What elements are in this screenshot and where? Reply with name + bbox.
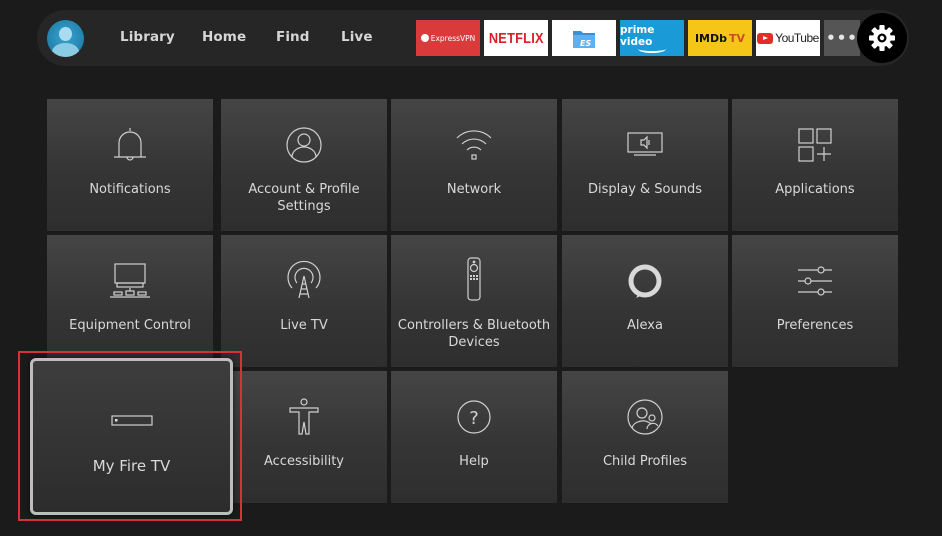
tile-label: Network xyxy=(446,182,502,197)
tv-equipment-icon xyxy=(110,263,150,298)
tile-notifications[interactable]: Notifications xyxy=(47,99,213,231)
child-profiles-icon xyxy=(627,399,663,435)
tile-accessibility[interactable]: Accessibility xyxy=(221,371,387,503)
app-imdb-tv[interactable]: IMDb TV xyxy=(688,20,752,56)
nav-live[interactable]: Live xyxy=(341,29,373,45)
tile-live-tv[interactable]: Live TV xyxy=(221,235,387,367)
antenna-icon xyxy=(287,260,321,299)
tile-label: Alexa xyxy=(627,318,663,333)
app-label: NETFLIX xyxy=(488,29,544,47)
alexa-ring-icon xyxy=(628,264,662,298)
nav-find[interactable]: Find xyxy=(276,29,310,45)
tile-label: Notifications xyxy=(89,182,171,197)
account-circle-icon xyxy=(286,127,322,163)
tile-account-profile-settings[interactable]: Account & Profile Settings xyxy=(221,99,387,231)
more-apps-button[interactable]: ••• xyxy=(824,20,860,56)
tile-my-fire-tv[interactable]: My Fire TV xyxy=(30,358,233,515)
es-folder-icon: ES xyxy=(573,31,595,48)
app-label-suffix: TV xyxy=(729,31,746,45)
youtube-play-icon xyxy=(757,32,774,44)
gear-icon xyxy=(869,25,895,51)
app-youtube[interactable]: YouTube xyxy=(756,20,820,56)
tile-help[interactable]: ? Help xyxy=(391,371,557,503)
settings-button[interactable] xyxy=(857,13,907,63)
app-es-file-explorer[interactable]: ES xyxy=(552,20,616,56)
app-prime-video[interactable]: prime video xyxy=(620,20,684,56)
tile-label: Preferences xyxy=(776,318,854,333)
tile-label: Display & Sounds xyxy=(587,182,703,197)
tile-label: Live TV xyxy=(280,318,328,333)
app-expressvpn[interactable]: ExpressVPN xyxy=(416,20,480,56)
tile-network[interactable]: Network xyxy=(391,99,557,231)
tile-alexa[interactable]: Alexa xyxy=(562,235,728,367)
app-label: IMDb xyxy=(694,31,727,45)
tile-label: My Fire TV xyxy=(92,457,171,475)
user-avatar-icon xyxy=(59,27,72,41)
app-label: YouTube xyxy=(775,31,819,45)
display-speaker-icon xyxy=(627,132,663,156)
tile-child-profiles[interactable]: Child Profiles xyxy=(562,371,728,503)
tile-controllers-bluetooth[interactable]: Controllers & Bluetooth Devices xyxy=(391,235,557,367)
user-avatar-body xyxy=(52,43,79,57)
tile-label: Equipment Control xyxy=(69,318,191,333)
apps-grid-icon xyxy=(798,128,832,162)
amazon-smile-icon xyxy=(638,45,666,53)
nav-library[interactable]: Library xyxy=(120,29,175,45)
wifi-icon xyxy=(456,130,492,160)
app-netflix[interactable]: NETFLIX xyxy=(484,20,548,56)
profile-avatar[interactable] xyxy=(47,20,84,57)
accessibility-icon xyxy=(289,398,319,435)
tile-label: Accessibility xyxy=(264,454,344,469)
tile-label: Account & Profile Settings xyxy=(248,182,360,214)
app-label: ExpressVPN xyxy=(430,33,476,43)
expressvpn-logo-icon xyxy=(420,34,429,42)
tile-applications[interactable]: Applications xyxy=(732,99,898,231)
tile-label: Controllers & Bluetooth Devices xyxy=(397,318,551,350)
app-label: prime video xyxy=(620,23,655,48)
bell-icon xyxy=(114,128,146,161)
help-icon: ? xyxy=(457,400,491,434)
tile-label: Help xyxy=(459,454,489,469)
tile-label: Applications xyxy=(775,182,855,197)
svg-text:?: ? xyxy=(469,408,479,429)
fire-tv-device-icon xyxy=(110,415,153,426)
nav-home[interactable]: Home xyxy=(202,29,246,45)
tile-display-sounds[interactable]: Display & Sounds xyxy=(562,99,728,231)
tile-preferences[interactable]: Preferences xyxy=(732,235,898,367)
sliders-icon xyxy=(798,266,832,296)
tile-equipment-control[interactable]: Equipment Control xyxy=(47,235,213,367)
svg-text:ES: ES xyxy=(580,39,591,48)
remote-icon xyxy=(467,257,481,301)
tile-label: Child Profiles xyxy=(602,454,688,469)
